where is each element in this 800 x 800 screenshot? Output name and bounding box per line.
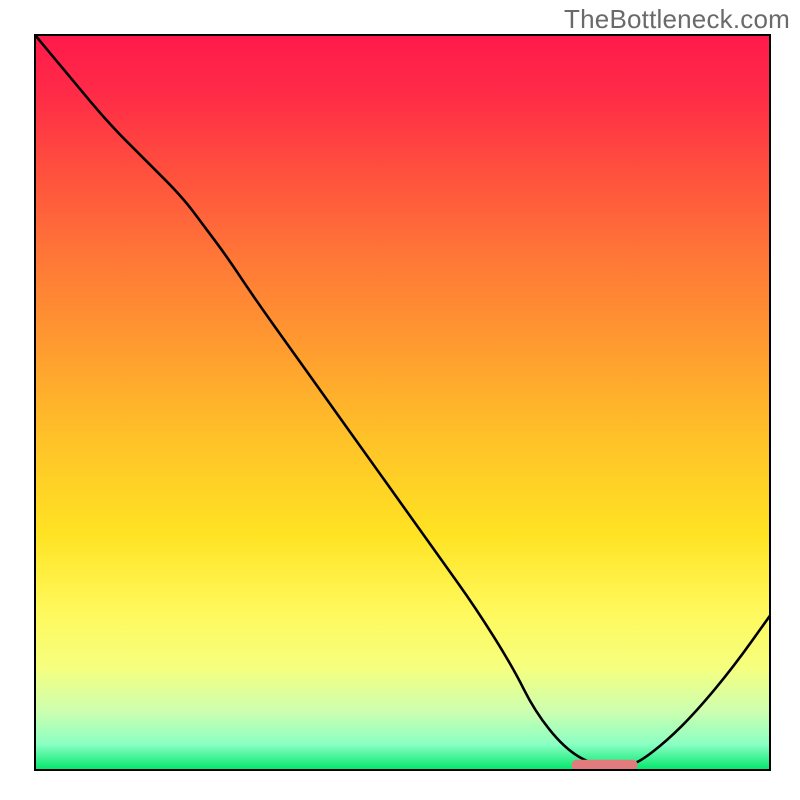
chart-container: TheBottleneck.com: [0, 0, 800, 800]
bottleneck-chart: [0, 0, 800, 800]
watermark-text: TheBottleneck.com: [564, 4, 790, 35]
plot-background-gradient: [35, 35, 770, 770]
optimal-range-marker: [572, 760, 638, 770]
